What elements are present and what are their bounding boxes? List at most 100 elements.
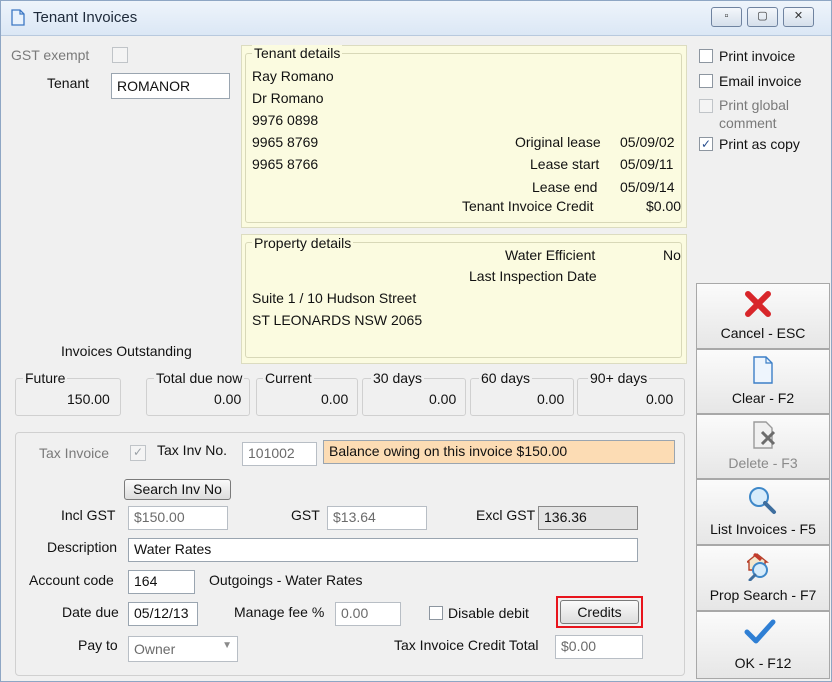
delete-page-icon	[753, 421, 776, 449]
credits-button[interactable]: Credits	[560, 600, 639, 624]
delete-button[interactable]: Delete - F3	[696, 414, 830, 479]
print-invoice-checkbox[interactable]	[699, 49, 713, 63]
future-label: Future	[23, 370, 68, 386]
60-days-value: 0.00	[537, 391, 565, 407]
email-invoice-checkbox[interactable]	[699, 74, 713, 88]
credit-total-label: Tax Invoice Credit Total	[394, 637, 539, 653]
document-icon	[11, 9, 25, 26]
prop-search-button[interactable]: Prop Search - F7	[696, 545, 830, 611]
gst-label: GST	[291, 507, 320, 523]
prop-search-button-label: Prop Search - F7	[709, 587, 817, 603]
list-invoices-button[interactable]: List Invoices - F5	[696, 479, 830, 545]
checkmark-icon: ✓	[700, 137, 712, 151]
cancel-button[interactable]: Cancel - ESC	[696, 283, 830, 349]
restore-button[interactable]: ▢	[747, 7, 778, 27]
tax-invoice-checkbox[interactable]: ✓	[130, 445, 146, 461]
manage-fee-input[interactable]: 0.00	[335, 602, 401, 626]
property-details-heading: Property details	[252, 235, 354, 251]
gst-exempt-checkbox[interactable]	[112, 47, 128, 63]
clear-button-label: Clear - F2	[731, 390, 795, 406]
incl-gst-input[interactable]: $150.00	[128, 506, 228, 530]
credit-total-input[interactable]: $0.00	[555, 635, 643, 659]
delete-button-label: Delete - F3	[728, 455, 798, 471]
tax-invoice-label: Tax Invoice	[39, 445, 110, 461]
water-efficient-label: Water Efficient	[505, 247, 596, 263]
tenant-details-heading: Tenant details	[252, 45, 343, 61]
invoices-outstanding-label: Invoices Outstanding	[61, 343, 192, 359]
address-line-2: ST LEONARDS NSW 2065	[252, 312, 423, 328]
print-as-copy-label: Print as copy	[719, 136, 800, 152]
tax-inv-no-input[interactable]: 101002	[242, 442, 317, 466]
pay-to-value: Owner	[134, 641, 176, 657]
future-value: 150.00	[67, 391, 110, 407]
date-due-input[interactable]: 05/12/13	[128, 602, 198, 626]
print-invoice-label: Print invoice	[719, 48, 796, 64]
excl-gst-input: 136.36	[538, 506, 638, 530]
60-days-label: 60 days	[479, 370, 533, 386]
email-invoice-label: Email invoice	[719, 73, 802, 89]
water-efficient-value: No	[663, 247, 681, 263]
account-code-input[interactable]: 164	[128, 570, 195, 594]
balance-owing-message: Balance owing on this invoice $150.00	[323, 440, 675, 464]
pay-to-label: Pay to	[78, 637, 118, 653]
list-invoices-button-label: List Invoices - F5	[710, 521, 816, 537]
clear-button[interactable]: Clear - F2	[696, 349, 830, 414]
minimize-icon: ▫	[724, 10, 729, 22]
gst-input[interactable]: $13.64	[327, 506, 427, 530]
tenant-invoices-window: Tenant Invoices ▫ ▢ ✕ GST exempt Tenant …	[0, 0, 832, 682]
account-name: Outgoings - Water Rates	[209, 572, 363, 588]
current-label: Current	[263, 370, 314, 386]
30-days-label: 30 days	[371, 370, 425, 386]
house-search-icon	[747, 552, 769, 581]
tenant-invoice-credit-value: $0.00	[646, 198, 682, 214]
chevron-down-icon: ▼	[222, 640, 232, 651]
print-global-comment-label-line2: comment	[719, 115, 777, 131]
date-due-label: Date due	[62, 604, 119, 620]
tenant-salutation: Dr Romano	[252, 90, 324, 106]
original-lease-label: Original lease	[515, 134, 601, 150]
tenant-phone-3: 9965 8766	[252, 156, 319, 172]
total-due-now-value: 0.00	[214, 391, 242, 407]
minimize-button[interactable]: ▫	[711, 7, 742, 27]
print-global-comment-label-line1: Print global	[719, 97, 790, 113]
description-input[interactable]: Water Rates	[128, 538, 638, 562]
last-inspection-label: Last Inspection Date	[469, 268, 597, 284]
ok-button-label: OK - F12	[734, 655, 792, 671]
lease-start-label: Lease start	[530, 156, 600, 172]
tenant-invoice-credit-label: Tenant Invoice Credit	[462, 198, 594, 214]
90-days-label: 90+ days	[588, 370, 650, 386]
gst-exempt-label: GST exempt	[11, 47, 90, 63]
title-bar: Tenant Invoices ▫ ▢ ✕	[1, 1, 831, 36]
original-lease-value: 05/09/02	[620, 134, 675, 150]
ok-button[interactable]: OK - F12	[696, 611, 830, 679]
excl-gst-label: Excl GST	[476, 507, 536, 523]
total-due-now-label: Total due now	[154, 370, 245, 386]
tenant-name: Ray Romano	[252, 68, 334, 84]
checkmark-icon	[744, 619, 776, 644]
tenant-input[interactable]: ROMANOR	[111, 73, 230, 99]
checkmark-icon: ✓	[132, 445, 144, 459]
tenant-label: Tenant	[47, 75, 90, 91]
disable-debit-checkbox[interactable]	[429, 606, 443, 620]
cancel-button-label: Cancel - ESC	[720, 325, 806, 341]
window-title: Tenant Invoices	[33, 9, 138, 26]
address-line-1: Suite 1 / 10 Hudson Street	[252, 290, 417, 306]
red-x-icon	[745, 291, 771, 317]
pay-to-select[interactable]: Owner ▼	[128, 636, 238, 662]
90-days-value: 0.00	[646, 391, 674, 407]
close-icon: ✕	[793, 10, 804, 22]
tax-inv-no-label: Tax Inv No.	[157, 442, 228, 458]
search-inv-no-button[interactable]: Search Inv No	[124, 479, 231, 500]
magnifier-icon	[749, 487, 776, 514]
blank-page-icon	[753, 356, 773, 384]
30-days-value: 0.00	[429, 391, 457, 407]
print-as-copy-checkbox[interactable]: ✓	[699, 137, 713, 151]
tenant-phone-2: 9965 8769	[252, 134, 319, 150]
close-button[interactable]: ✕	[783, 7, 814, 27]
tenant-phone-1: 9976 0898	[252, 112, 319, 128]
lease-end-value: 05/09/14	[620, 179, 675, 195]
restore-icon: ▢	[757, 10, 768, 22]
account-code-label: Account code	[29, 572, 114, 588]
lease-start-value: 05/09/11	[620, 156, 674, 172]
print-global-comment-checkbox[interactable]	[699, 99, 713, 113]
